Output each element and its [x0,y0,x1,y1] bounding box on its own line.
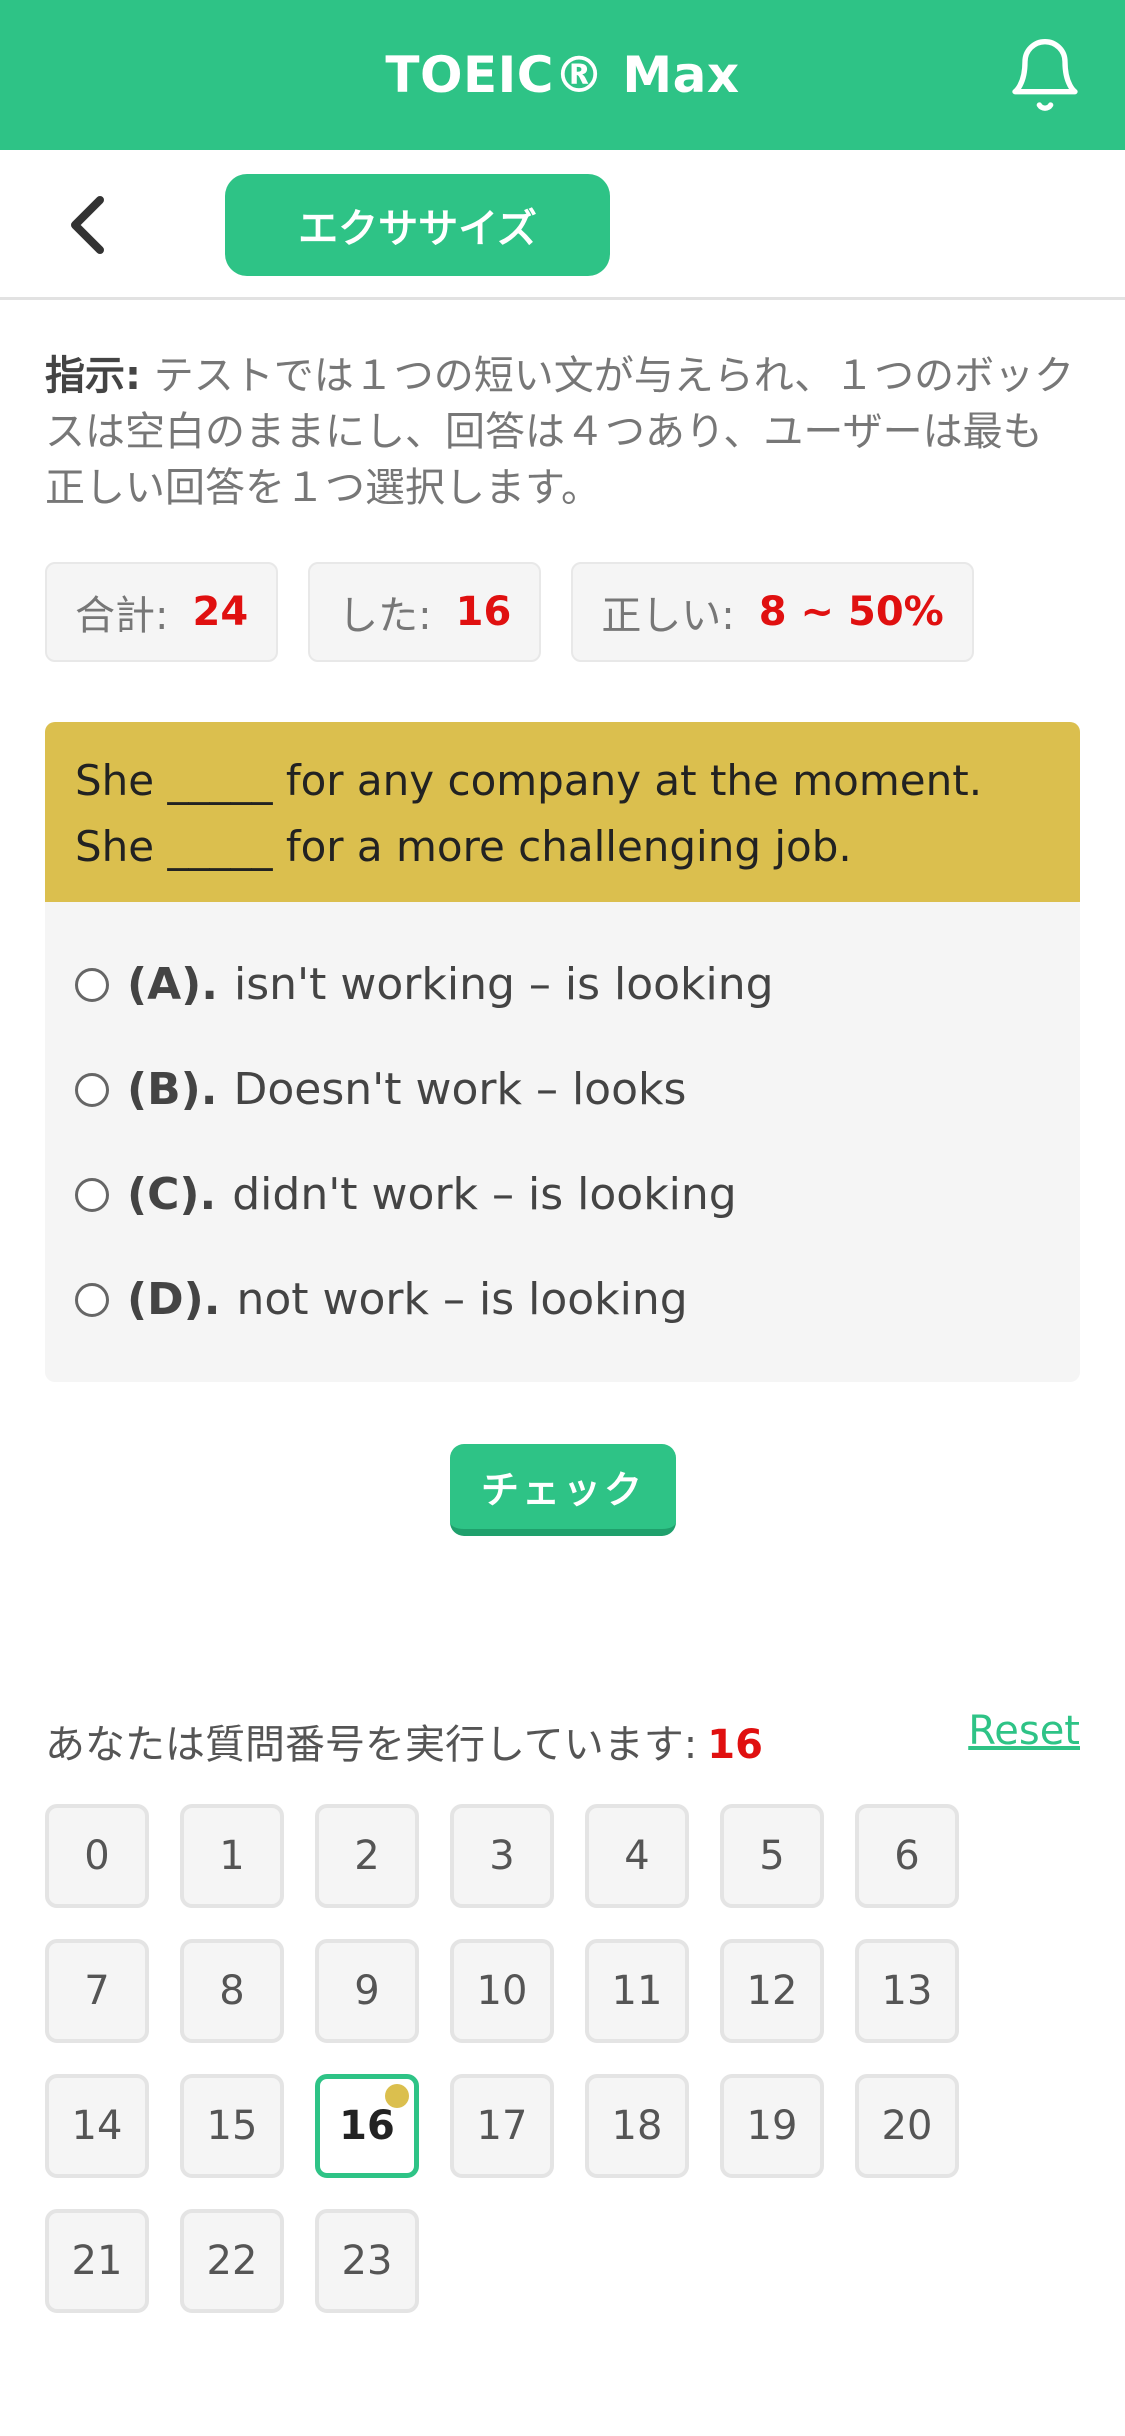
option-letter: (B). [127,1064,218,1115]
question-number-button[interactable]: 4 [585,1804,689,1908]
radio-button[interactable] [75,1177,109,1212]
question-number-button[interactable]: 20 [855,2074,959,2178]
question-card: She _____ for any company at the moment.… [45,722,1080,1382]
question-number-button[interactable]: 9 [315,1939,419,2043]
question-number-button[interactable]: 6 [855,1804,959,1908]
question-number-label: 1 [219,1833,245,1879]
sub-navigation: エクササイズ [0,150,1125,300]
question-number-label: 4 [624,1833,650,1879]
stat-value: 24 [192,589,249,635]
option-text: didn't work – is looking [232,1169,737,1220]
question-number-label: 11 [611,1968,663,2014]
question-number-label: 12 [746,1968,798,2014]
question-number-label: 14 [71,2103,123,2149]
option-d[interactable]: (D). not work – is looking [45,1247,1080,1352]
check-button[interactable]: チェック [450,1444,676,1536]
stat-correct: 正しい: 8 ~ 50% [571,562,974,662]
question-number-button[interactable]: 1 [180,1804,284,1908]
option-letter: (C). [127,1169,217,1220]
question-number-button[interactable]: 10 [450,1939,554,2043]
question-number-label: 3 [489,1833,515,1879]
question-number-button[interactable]: 21 [45,2209,149,2313]
question-number-label: 18 [611,2103,663,2149]
radio-button[interactable] [75,1072,109,1107]
option-c[interactable]: (C). didn't work – is looking [45,1142,1080,1247]
stat-done: した: 16 [308,562,542,662]
question-number-label: 19 [746,2103,798,2149]
question-number-label: 2 [354,1833,380,1879]
question-number-button[interactable]: 14 [45,2074,149,2178]
question-number-button[interactable]: 5 [720,1804,824,1908]
question-number-label: 23 [341,2238,393,2284]
current-question-dot [385,2084,409,2108]
radio-button[interactable] [75,1282,109,1317]
question-number-label: 13 [881,1968,933,2014]
stat-total: 合計: 24 [45,562,279,662]
question-number-button[interactable]: 7 [45,1939,149,2043]
option-letter: (D). [127,1274,221,1325]
progress-label: あなたは質問番号を実行しています: 16 [45,1712,763,1770]
question-number-label: 8 [219,1968,245,2014]
option-a[interactable]: (A). isn't working – is looking [45,932,1080,1037]
question-number-label: 5 [759,1833,785,1879]
question-number-label: 21 [71,2238,123,2284]
instructions-label: 指示: [45,353,141,399]
question-number-button[interactable]: 0 [45,1804,149,1908]
instructions: 指示: テストでは１つの短い文が与えられ、１つのボックスは空白のままにし、回答は… [45,348,1080,516]
question-number-button[interactable]: 13 [855,1939,959,2043]
question-number-button[interactable]: 15 [180,2074,284,2178]
question-text: She _____ for any company at the moment.… [45,722,1080,902]
question-number-button[interactable]: 17 [450,2074,554,2178]
question-number-button[interactable]: 3 [450,1804,554,1908]
question-number-label: 20 [881,2103,933,2149]
app-title: TOEIC® Max [385,46,740,104]
question-number-button[interactable]: 22 [180,2209,284,2313]
question-number-label: 17 [476,2103,528,2149]
current-question-number: 16 [707,1722,763,1768]
option-b[interactable]: (B). Doesn't work – looks [45,1037,1080,1142]
stat-label: 正しい: [601,593,735,639]
question-number-label: 16 [339,2103,395,2149]
question-number-label: 0 [84,1833,110,1879]
option-letter: (A). [127,959,218,1010]
option-text: not work – is looking [236,1274,688,1325]
back-arrow-icon[interactable] [60,190,120,260]
question-number-label: 15 [206,2103,258,2149]
question-number-label: 10 [476,1968,528,2014]
question-number-button[interactable]: 18 [585,2074,689,2178]
question-number-label: 9 [354,1968,380,2014]
tab-exercise[interactable]: エクササイズ [225,174,610,276]
question-number-button[interactable]: 23 [315,2209,419,2313]
question-number-label: 22 [206,2238,258,2284]
stat-value: 16 [455,589,512,635]
progress-text: あなたは質問番号を実行しています: [45,1722,698,1768]
option-text: Doesn't work – looks [233,1064,687,1115]
answer-options: (A). isn't working – is looking (B). Doe… [45,902,1080,1352]
reset-link[interactable]: Reset [968,1708,1080,1754]
question-number-label: 7 [84,1968,110,2014]
stat-label: 合計: [75,593,169,639]
stats-bar: 合計: 24 した: 16 正しい: 8 ~ 50% [45,562,974,662]
question-number-button[interactable]: 8 [180,1939,284,2043]
question-number-button[interactable]: 19 [720,2074,824,2178]
question-number-button[interactable]: 2 [315,1804,419,1908]
bell-icon[interactable] [1005,35,1085,115]
radio-button[interactable] [75,967,109,1002]
question-number-button[interactable]: 16 [315,2074,419,2178]
stat-value: 8 ~ 50% [758,589,944,635]
stat-label: した: [338,593,432,639]
app-header: TOEIC® Max [0,0,1125,150]
question-number-label: 6 [894,1833,920,1879]
option-text: isn't working – is looking [234,959,774,1010]
question-number-button[interactable]: 12 [720,1939,824,2043]
question-number-button[interactable]: 11 [585,1939,689,2043]
instructions-text: テストでは１つの短い文が与えられ、１つのボックスは空白のままにし、回答は４つあり… [45,353,1075,511]
